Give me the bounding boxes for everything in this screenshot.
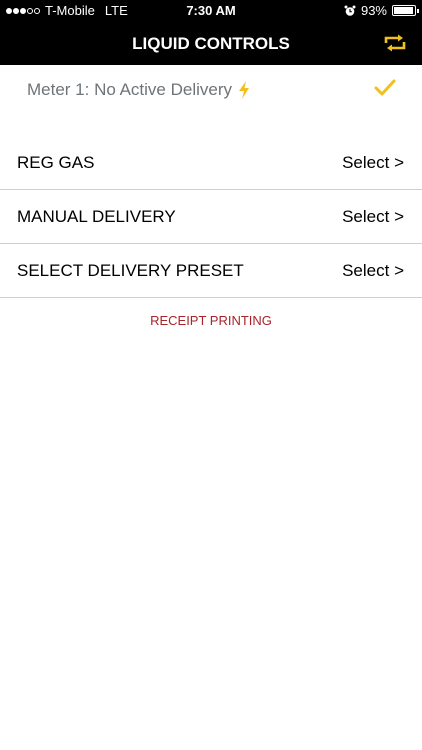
row-label: REG GAS: [17, 152, 95, 172]
repeat-icon[interactable]: [382, 31, 408, 55]
status-bar: T-Mobile LTE 7:30 AM 93%: [0, 0, 422, 22]
row-manual-delivery[interactable]: MANUAL DELIVERY Select >: [0, 190, 422, 244]
row-select-delivery-preset[interactable]: SELECT DELIVERY PRESET Select >: [0, 244, 422, 298]
status-bar-right: 93%: [344, 3, 419, 18]
select-button[interactable]: Select >: [342, 207, 404, 227]
navigation-bar: LIQUID CONTROLS: [0, 22, 422, 65]
delivery-options-list: REG GAS Select > MANUAL DELIVERY Select …: [0, 136, 422, 298]
select-button[interactable]: Select >: [342, 261, 404, 281]
select-button[interactable]: Select >: [342, 153, 404, 173]
battery-percent: 93%: [360, 3, 387, 18]
receipt-printing-link[interactable]: RECEIPT PRINTING: [0, 313, 422, 328]
lightning-bolt-icon: [239, 81, 250, 99]
meter-status-row: Meter 1: No Active Delivery: [0, 65, 422, 113]
row-label: SELECT DELIVERY PRESET: [17, 260, 244, 280]
page-title: LIQUID CONTROLS: [132, 34, 290, 53]
row-label: MANUAL DELIVERY: [17, 206, 176, 226]
checkmark-icon: [374, 79, 396, 96]
battery-icon: [392, 5, 419, 16]
meter-status: Meter 1: No Active Delivery: [27, 80, 251, 100]
alarm-clock-icon: [344, 5, 356, 16]
row-reg-gas[interactable]: REG GAS Select >: [0, 136, 422, 190]
meter-status-label: Meter 1: No Active Delivery: [27, 80, 233, 99]
